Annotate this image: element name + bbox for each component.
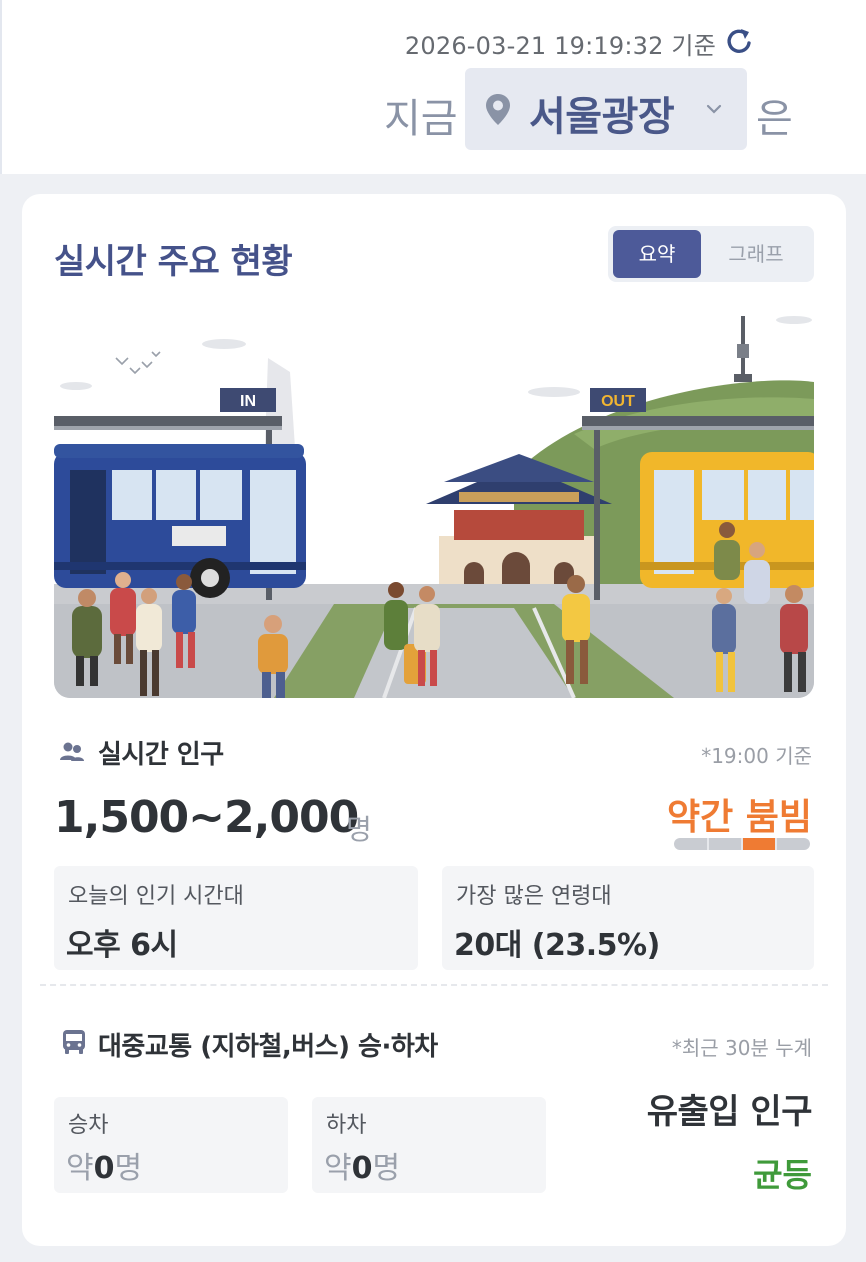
meter-divider bbox=[775, 838, 777, 850]
timestamp: 2026-03-21 19:19:32 기준 bbox=[404, 32, 716, 60]
popular-time-box: 오늘의 인기 시간대 오후 6시 bbox=[54, 866, 418, 970]
status-card: 실시간 주요 현황 요약 그래프 IN OUT 실시간 인구 *19:00 기준… bbox=[22, 194, 846, 1246]
tab-graph[interactable]: 그래프 bbox=[712, 230, 800, 278]
transit-note: *최근 30분 누계 bbox=[671, 1036, 812, 1060]
bus-icon bbox=[63, 1030, 85, 1054]
popular-time-value: 오후 6시 bbox=[66, 928, 178, 963]
card-title: 실시간 주요 현황 bbox=[54, 242, 293, 282]
flow-title: 유출입 인구 bbox=[646, 1092, 813, 1132]
population-title: 실시간 인구 bbox=[98, 740, 224, 770]
meter-divider bbox=[707, 838, 709, 850]
boarding-label: 승차 bbox=[68, 1113, 109, 1138]
header: 2026-03-21 19:19:32 기준 지금 서울광장 은 bbox=[0, 0, 866, 174]
top-age-value: 20대 (23.5%) bbox=[454, 928, 660, 963]
location-row: 지금 서울광장 은 bbox=[0, 68, 866, 150]
view-toggle: 요약 그래프 bbox=[608, 226, 814, 282]
meter-divider bbox=[741, 838, 743, 850]
alighting-box: 하차 약0명 bbox=[312, 1097, 546, 1193]
refresh-icon[interactable] bbox=[724, 24, 754, 58]
alighting-value: 약0명 bbox=[324, 1151, 401, 1186]
transit-title: 대중교통 (지하철,버스) 승·하차 bbox=[98, 1032, 438, 1062]
location-select[interactable]: 서울광장 bbox=[465, 68, 747, 150]
congestion-meter bbox=[674, 838, 810, 850]
congestion-level-fill bbox=[742, 838, 776, 850]
boarding-value: 약0명 bbox=[66, 1151, 143, 1186]
out-sign: OUT bbox=[601, 393, 635, 410]
in-sign: IN bbox=[240, 393, 256, 410]
section-divider bbox=[40, 984, 828, 986]
congestion-label: 약간 붐빔 bbox=[666, 797, 812, 838]
chevron-down-icon bbox=[706, 104, 722, 114]
flow-status: 균등 bbox=[753, 1156, 812, 1194]
population-range: 1,500~2,000 bbox=[54, 792, 359, 843]
now-label: 지금 bbox=[384, 96, 458, 142]
tab-summary[interactable]: 요약 bbox=[613, 230, 701, 278]
population-note: *19:00 기준 bbox=[701, 744, 812, 768]
top-age-label: 가장 많은 연령대 bbox=[456, 884, 612, 909]
top-age-box: 가장 많은 연령대 20대 (23.5%) bbox=[442, 866, 814, 970]
popular-time-label: 오늘의 인기 시간대 bbox=[68, 884, 244, 909]
alighting-label: 하차 bbox=[326, 1113, 367, 1138]
boarding-box: 승차 약0명 bbox=[54, 1097, 288, 1193]
people-icon bbox=[60, 742, 84, 761]
location-name: 서울광장 bbox=[529, 94, 675, 140]
population-unit: 명 bbox=[346, 813, 372, 846]
plaza-illustration: IN OUT bbox=[54, 304, 814, 698]
suffix-label: 은 bbox=[756, 96, 793, 142]
pin-icon bbox=[486, 94, 510, 125]
